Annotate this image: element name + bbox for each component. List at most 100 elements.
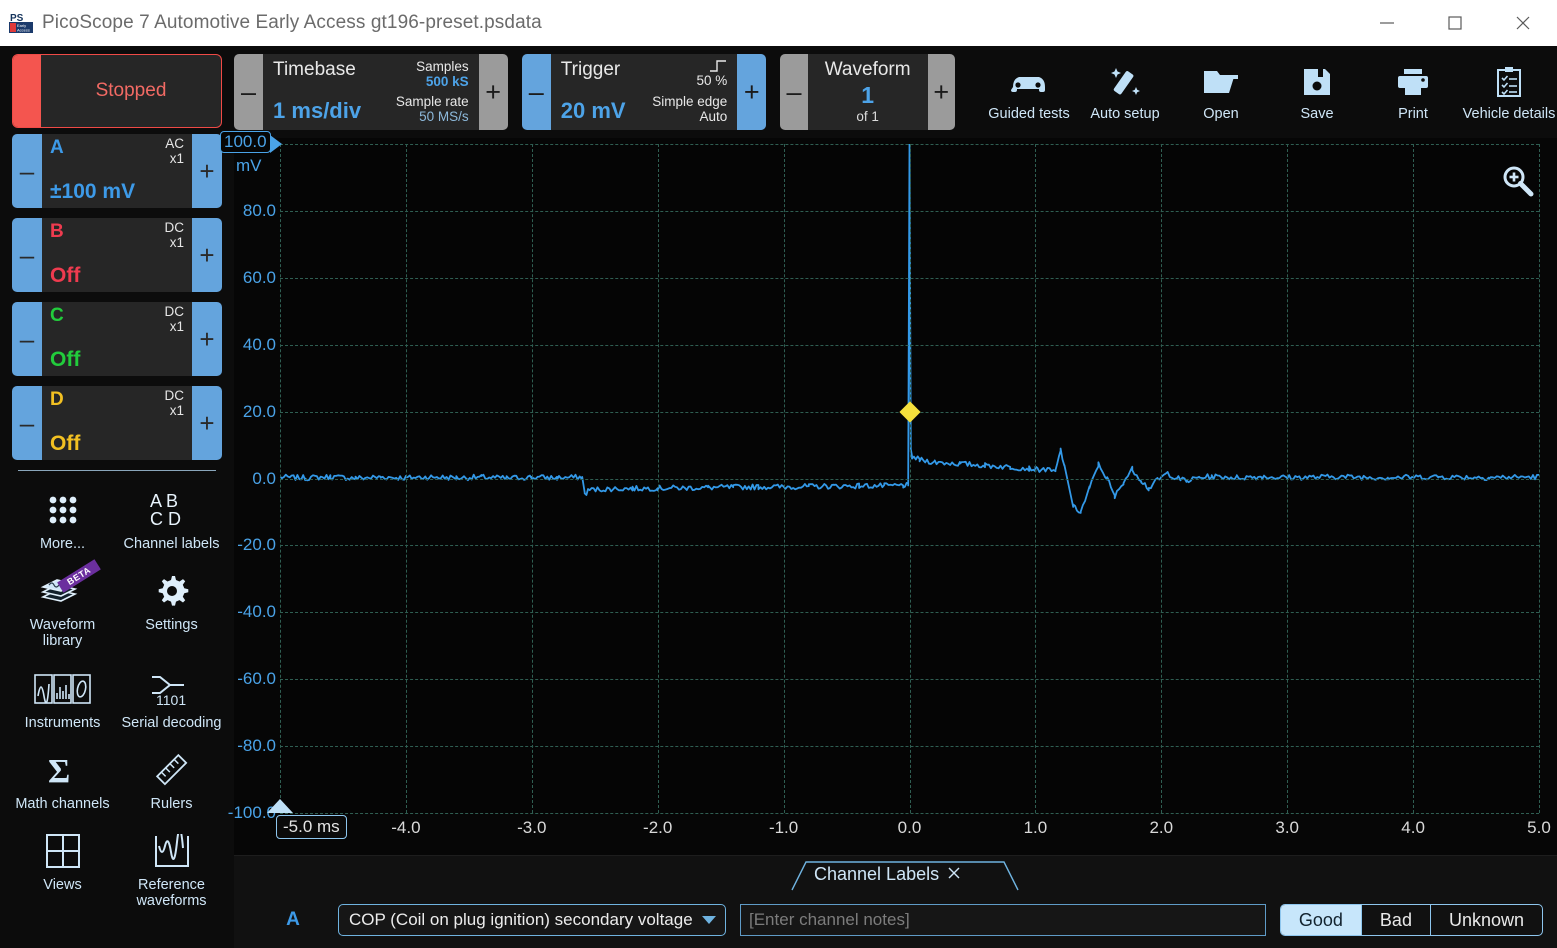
waveform-next-button[interactable]: +	[928, 54, 955, 130]
gridline-horizontal	[280, 144, 1539, 145]
tab-channel-labels[interactable]: Channel Labels	[806, 858, 969, 890]
timebase-increase-button[interactable]: +	[479, 54, 508, 130]
waveform-total: of 1	[856, 109, 879, 124]
channel-c-decrease-button[interactable]: ‒	[12, 302, 42, 376]
waveform-body[interactable]: Waveform 1 of 1	[808, 54, 928, 130]
trigger-time-marker-icon[interactable]	[267, 799, 293, 813]
gridline-horizontal	[280, 545, 1539, 546]
verdict-good-button[interactable]: Good	[1281, 905, 1362, 935]
channel-b-body[interactable]: BDCx1Off	[42, 218, 192, 292]
channel-a-increase-button[interactable]: +	[192, 134, 222, 208]
channel-label-select[interactable]: COP (Coil on plug ignition) secondary vo…	[338, 904, 726, 936]
channel-a-body[interactable]: AACx1±100 mV	[42, 134, 192, 208]
channel-b-increase-button[interactable]: +	[192, 218, 222, 292]
y-axis-top-arrow-icon	[270, 135, 282, 153]
close-icon[interactable]	[947, 864, 961, 885]
y-axis-unit: mV	[236, 156, 262, 176]
waveform-number: 1	[861, 82, 874, 109]
channel-c-body[interactable]: CDCx1Off	[42, 302, 192, 376]
channel-a-decrease-button[interactable]: ‒	[12, 134, 42, 208]
auto-setup-button[interactable]: Auto setup	[1077, 50, 1173, 134]
y-axis-tick: 80.0	[243, 201, 276, 221]
gridline-horizontal	[280, 278, 1539, 279]
trigger-control: ‒ Trigger 50 % 20 mV Simple edge Auto +	[522, 54, 767, 130]
sidebar-item-channel-labels[interactable]: A B C D Channel labels	[117, 481, 226, 562]
trigger-title: Trigger	[561, 59, 620, 81]
channel-d-range: Off	[50, 432, 184, 456]
channel-a-range: ±100 mV	[50, 180, 184, 204]
waveform-plot-area[interactable]: 80.060.040.020.00.0-20.0-40.0-60.0-80.0-…	[280, 144, 1539, 813]
picoscope-logo-icon: PS Early Access	[8, 10, 34, 36]
channel-notes-placeholder: [Enter channel notes]	[749, 910, 910, 930]
waveform-previous-button[interactable]: ‒	[780, 54, 807, 130]
gridline-horizontal	[280, 679, 1539, 680]
gridline-horizontal	[280, 813, 1539, 814]
channel-d-decrease-button[interactable]: ‒	[12, 386, 42, 460]
guided-tests-button[interactable]: Guided tests	[981, 50, 1077, 134]
sidebar-item-serial-decoding[interactable]: 1101 Serial decoding	[117, 660, 226, 741]
channel-label-select-value: COP (Coil on plug ignition) secondary vo…	[349, 910, 693, 930]
channel-b-decrease-button[interactable]: ‒	[12, 218, 42, 292]
sigma-icon: Σ	[45, 747, 81, 793]
trigger-decrease-button[interactable]: ‒	[522, 54, 551, 130]
open-button[interactable]: Open	[1173, 50, 1269, 134]
print-label: Print	[1398, 106, 1428, 122]
timebase-decrease-button[interactable]: ‒	[234, 54, 263, 130]
timebase-body[interactable]: Timebase Samples 500 kS 1 ms/div Sample …	[263, 54, 479, 130]
channel-d-increase-button[interactable]: +	[192, 386, 222, 460]
status-label: Stopped	[41, 55, 221, 127]
maximize-icon[interactable]	[1421, 0, 1489, 46]
serial-decoding-icon: 1101	[148, 666, 196, 712]
channel-notes-input[interactable]: [Enter channel notes]	[740, 904, 1266, 936]
y-axis-top-badge[interactable]: 100.0	[220, 131, 271, 153]
trigger-time-label[interactable]: -5.0 ms	[276, 815, 347, 839]
channel-b-range: Off	[50, 264, 184, 288]
left-sidebar: Stopped ‒AACx1±100 mV+‒BDCx1Off+‒CDCx1Of…	[0, 46, 234, 948]
sidebar-item-instruments[interactable]: Instruments	[8, 660, 117, 741]
verdict-unknown-button[interactable]: Unknown	[1431, 905, 1542, 935]
channel-c-probe: x1	[165, 320, 185, 335]
waveform-control: ‒ Waveform 1 of 1 +	[780, 54, 955, 130]
printer-icon	[1396, 62, 1430, 102]
y-axis-tick: -20.0	[237, 535, 276, 555]
minimize-icon[interactable]	[1353, 0, 1421, 46]
gridline-horizontal	[280, 211, 1539, 212]
channel-c-increase-button[interactable]: +	[192, 302, 222, 376]
vehicle-details-button[interactable]: Vehicle details	[1461, 50, 1557, 134]
channel-d-coupling: DC	[165, 389, 185, 404]
close-icon[interactable]	[1489, 0, 1557, 46]
trigger-value: 20 mV	[561, 98, 626, 124]
svg-text:C D: C D	[150, 509, 181, 529]
sidebar-item-instruments-label: Instruments	[25, 715, 101, 731]
channel-list: ‒AACx1±100 mV+‒BDCx1Off+‒CDCx1Off+‒DDCx1…	[8, 134, 226, 460]
y-axis-tick: -60.0	[237, 669, 276, 689]
scope-display[interactable]: 80.060.040.020.00.0-20.0-40.0-60.0-80.0-…	[234, 138, 1557, 855]
verdict-bad-button[interactable]: Bad	[1362, 905, 1431, 935]
sidebar-item-more[interactable]: More...	[8, 481, 117, 562]
auto-setup-label: Auto setup	[1090, 106, 1159, 122]
trigger-body[interactable]: Trigger 50 % 20 mV Simple edge Auto	[551, 54, 738, 130]
sidebar-item-math-channels[interactable]: Σ Math channels	[8, 741, 117, 822]
gridline-horizontal	[280, 345, 1539, 346]
sidebar-item-rulers[interactable]: Rulers	[117, 741, 226, 822]
sidebar-item-reference-waveforms[interactable]: Reference waveforms	[117, 822, 226, 919]
svg-text:1101: 1101	[156, 692, 186, 707]
sidebar-item-more-label: More...	[40, 536, 85, 552]
sidebar-item-settings[interactable]: Settings	[117, 562, 226, 659]
sidebar-item-views[interactable]: Views	[8, 822, 117, 919]
window-titlebar: PS Early Access PicoScope 7 Automotive E…	[0, 0, 1557, 46]
sidebar-item-rulers-label: Rulers	[151, 796, 193, 812]
sidebar-item-waveform-library[interactable]: BETA Waveform library	[8, 562, 117, 659]
zoom-in-icon[interactable]	[1501, 164, 1535, 203]
print-button[interactable]: Print	[1365, 50, 1461, 134]
capture-status-button[interactable]: Stopped	[12, 54, 222, 128]
channel-b-probe: x1	[165, 236, 185, 251]
trigger-increase-button[interactable]: +	[737, 54, 766, 130]
channel-b-letter: B	[50, 221, 64, 243]
verdict-toggle-group: Good Bad Unknown	[1280, 904, 1543, 936]
sidebar-item-views-label: Views	[43, 877, 81, 893]
channel-d-body[interactable]: DDCx1Off	[42, 386, 192, 460]
rising-edge-icon	[696, 59, 727, 73]
save-button[interactable]: Save	[1269, 50, 1365, 134]
x-axis-tick: 4.0	[1401, 818, 1425, 838]
